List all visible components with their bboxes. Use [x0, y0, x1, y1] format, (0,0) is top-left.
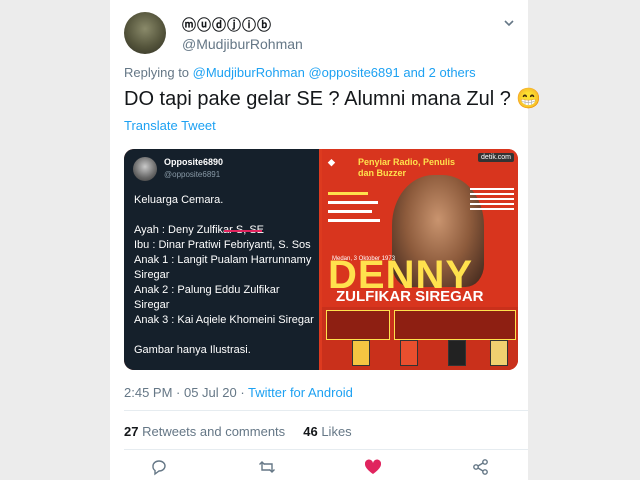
right-margin [528, 0, 640, 480]
red-underline [224, 230, 262, 232]
translate-tweet-link[interactable]: Translate Tweet [124, 118, 216, 133]
embedded-name: Opposite6890 [164, 157, 224, 167]
poster-favorites-box [394, 310, 516, 340]
poster-info-box [326, 310, 390, 340]
likes-label[interactable]: Likes [321, 424, 351, 439]
tweet-meta: 2:45 PM · 05 Jul 20 · Twitter for Androi… [124, 385, 353, 400]
poster-quote [470, 185, 514, 213]
retweet-icon[interactable] [258, 458, 276, 476]
poster-bullets [328, 189, 388, 228]
embedded-body: Keluarga Cemara. Ayah : Deny Zulfikar S,… [134, 194, 314, 356]
like-icon[interactable] [364, 458, 382, 476]
poster-site: detik.com [478, 153, 514, 162]
likes-count[interactable]: 46 [303, 424, 317, 439]
left-margin [0, 0, 110, 480]
poster-book [448, 340, 466, 366]
embedded-handle: @opposite6891 [164, 170, 221, 179]
poster-book [490, 340, 508, 366]
reply-icon[interactable] [150, 458, 168, 476]
poster-book [352, 340, 370, 366]
replying-prefix: Replying to [124, 65, 193, 80]
source-app-link[interactable]: Twitter for Android [248, 385, 353, 400]
avatar[interactable] [124, 12, 166, 54]
embedded-screenshot: Opposite6890 @opposite6891 Keluarga Cema… [124, 149, 319, 370]
tweet-media[interactable]: Opposite6890 @opposite6891 Keluarga Cema… [124, 149, 518, 370]
tweet-timestamp: 2:45 PM · 05 Jul 20 · [124, 385, 249, 400]
retweets-label[interactable]: Retweets and comments [142, 424, 285, 439]
embedded-avatar [133, 157, 157, 181]
action-bar [110, 458, 528, 478]
tweet-stats: 27 Retweets and comments 46 Likes [124, 424, 352, 439]
poster-lower-section [322, 307, 518, 370]
poster-book [400, 340, 418, 366]
tweet-card: ⓜⓤⓓⓙⓘⓑ @MudjiburRohman Replying to @Mudj… [110, 0, 541, 480]
chevron-down-icon[interactable] [502, 16, 516, 30]
infographic-poster: ◆ Penyiar Radio, Penulis dan Buzzer deti… [322, 149, 518, 370]
poster-logo: ◆ [328, 157, 335, 167]
divider [124, 449, 528, 450]
replying-to: Replying to @MudjiburRohman @opposite689… [124, 65, 476, 80]
divider [124, 410, 528, 411]
share-icon[interactable] [472, 458, 490, 476]
replying-users-link[interactable]: @MudjiburRohman @opposite6891 and 2 othe… [193, 65, 476, 80]
retweets-count[interactable]: 27 [124, 424, 138, 439]
poster-subtitle: ZULFIKAR SIREGAR [336, 288, 484, 305]
tweet-text: DO tapi pake gelar SE ? Alumni mana Zul … [124, 88, 542, 110]
user-handle[interactable]: @MudjiburRohman [182, 36, 303, 52]
display-name[interactable]: ⓜⓤⓓⓙⓘⓑ [182, 15, 272, 35]
